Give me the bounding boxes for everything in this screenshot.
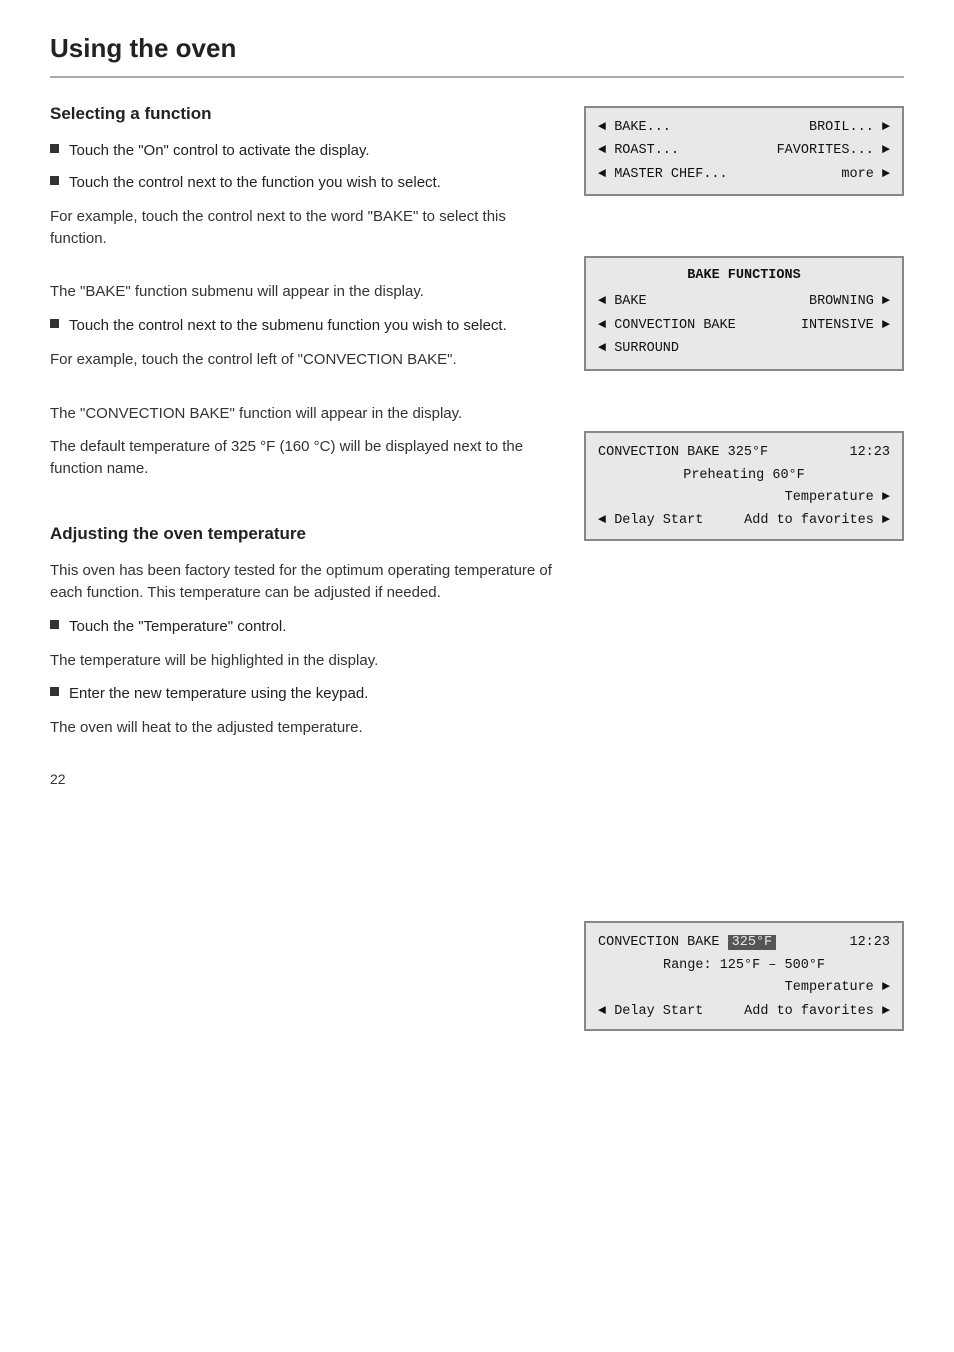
section2-bullets: Touch the "Temperature" control. xyxy=(50,616,554,638)
list-item: Touch the control next to the submenu fu… xyxy=(50,315,554,337)
display-cell: Temperature ► xyxy=(598,488,890,508)
bullet-icon xyxy=(50,176,59,185)
display-row: ◄ ROAST... FAVORITES... ► xyxy=(598,139,890,163)
list-item: Touch the "On" control to activate the d… xyxy=(50,140,554,162)
section1-bullets: Touch the "On" control to activate the d… xyxy=(50,140,554,194)
display-cell: FAVORITES... ► xyxy=(777,141,890,161)
display-cell: BROWNING ► xyxy=(809,292,890,312)
bullet-icon xyxy=(50,319,59,328)
section1-para2: The "BAKE" function submenu will appear … xyxy=(50,281,554,303)
list-item: Enter the new temperature using the keyp… xyxy=(50,683,554,705)
display-cell: ◄ BAKE... xyxy=(598,118,671,138)
section1-para4: The "CONVECTION BAKE" function will appe… xyxy=(50,403,554,425)
display-cell: Temperature ► xyxy=(598,978,890,998)
section2-para3: The oven will heat to the adjusted tempe… xyxy=(50,717,554,739)
bullet-icon xyxy=(50,687,59,696)
right-column: ◄ BAKE... BROIL... ► ◄ ROAST... FAVORITE… xyxy=(584,102,904,1031)
display-cell: ◄ ROAST... xyxy=(598,141,679,161)
display-cell: ◄ BAKE xyxy=(598,292,647,312)
bullet-text: Touch the "On" control to activate the d… xyxy=(69,140,370,162)
display-cell: CONVECTION BAKE 325°F xyxy=(598,443,768,463)
display-panel-3: CONVECTION BAKE 325°F 12:23 Preheating 6… xyxy=(584,431,904,541)
bullet-text: Touch the "Temperature" control. xyxy=(69,616,286,638)
display-panel-4: CONVECTION BAKE 325°F 12:23 Range: 125°F… xyxy=(584,921,904,1031)
display-row: ◄ Delay Start Add to favorites ► xyxy=(598,1002,890,1022)
section2-para2: The temperature will be highlighted in t… xyxy=(50,650,554,672)
display-row: ◄ BAKE... BROIL... ► xyxy=(598,116,890,140)
display-cell: ◄ CONVECTION BAKE xyxy=(598,316,736,336)
display-row: ◄ Delay Start Add to favorites ► xyxy=(598,511,890,531)
bullet-text: Touch the control next to the function y… xyxy=(69,172,441,194)
display-cell: Add to favorites ► xyxy=(744,511,890,531)
display-cell: BROIL... ► xyxy=(809,118,890,138)
page-title: Using the oven xyxy=(50,30,904,78)
list-item: Touch the "Temperature" control. xyxy=(50,616,554,638)
bullet-icon xyxy=(50,620,59,629)
display-cell: 12:23 xyxy=(849,443,890,463)
display-cell: INTENSIVE ► xyxy=(801,316,890,336)
bullet-text: Enter the new temperature using the keyp… xyxy=(69,683,368,705)
display-row: ◄ MASTER CHEF... more ► xyxy=(598,163,890,187)
section1-para5: The default temperature of 325 °F (160 °… xyxy=(50,436,554,480)
bullet-icon xyxy=(50,144,59,153)
temp-highlight: 325°F xyxy=(728,935,777,950)
section2-title: Adjusting the oven temperature xyxy=(50,522,554,547)
section1-title: Selecting a function xyxy=(50,102,554,127)
display-row: CONVECTION BAKE 325°F 12:23 xyxy=(598,931,890,955)
display-cell: ◄ SURROUND xyxy=(598,339,679,359)
section1-para1: For example, touch the control next to t… xyxy=(50,206,554,250)
display-row: ◄ BAKE BROWNING ► xyxy=(598,290,890,314)
display-cell: Add to favorites ► xyxy=(744,1002,890,1022)
display-cell: Preheating 60°F xyxy=(598,464,890,488)
display-row: ◄ SURROUND xyxy=(598,337,890,361)
display-cell: ◄ MASTER CHEF... xyxy=(598,165,728,185)
display-cell: ◄ Delay Start xyxy=(598,511,703,531)
display-row: CONVECTION BAKE 325°F 12:23 xyxy=(598,441,890,465)
display-cell: 12:23 xyxy=(849,933,890,953)
display-header: BAKE FUNCTIONS xyxy=(598,266,890,288)
display-label: CONVECTION BAKE xyxy=(598,935,720,950)
display-panel-2: BAKE FUNCTIONS ◄ BAKE BROWNING ► ◄ CONVE… xyxy=(584,256,904,370)
section1-bullets2: Touch the control next to the submenu fu… xyxy=(50,315,554,337)
section2-para1: This oven has been factory tested for th… xyxy=(50,560,554,604)
list-item: Touch the control next to the function y… xyxy=(50,172,554,194)
left-column: Selecting a function Touch the "On" cont… xyxy=(50,102,554,1031)
page-number: 22 xyxy=(50,769,554,789)
display-cell: Range: 125°F – 500°F xyxy=(598,954,890,978)
bullet-text: Touch the control next to the submenu fu… xyxy=(69,315,507,337)
display-panel-1: ◄ BAKE... BROIL... ► ◄ ROAST... FAVORITE… xyxy=(584,106,904,197)
section2-bullets2: Enter the new temperature using the keyp… xyxy=(50,683,554,705)
display-cell: more ► xyxy=(841,165,890,185)
display-cell: CONVECTION BAKE 325°F xyxy=(598,933,776,953)
display-cell: ◄ Delay Start xyxy=(598,1002,703,1022)
section1-para3: For example, touch the control left of "… xyxy=(50,349,554,371)
display-row: ◄ CONVECTION BAKE INTENSIVE ► xyxy=(598,314,890,338)
